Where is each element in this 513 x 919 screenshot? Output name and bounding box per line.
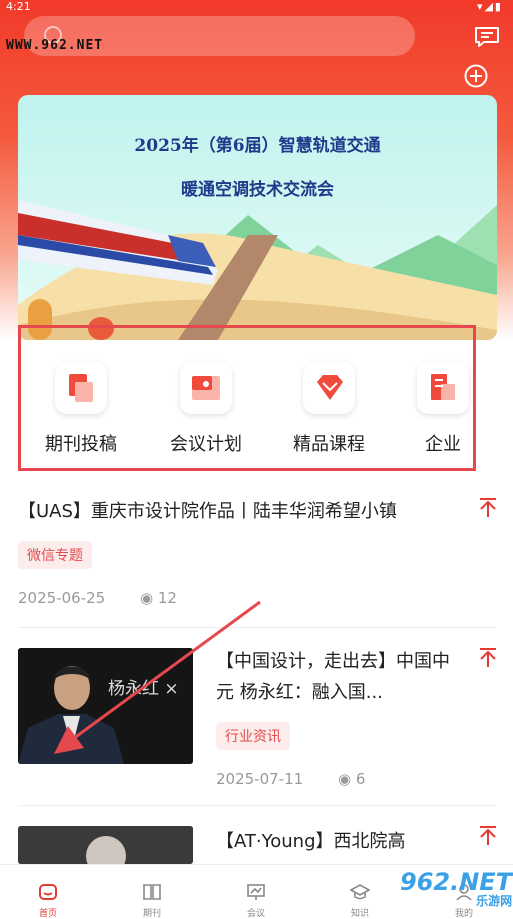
quick-link-journal-submission[interactable]: 期刊投稿 (31, 362, 131, 456)
annotation-arrow (54, 600, 261, 754)
graduation-cap-icon (349, 884, 371, 900)
tab-journal[interactable]: 期刊 (122, 883, 182, 919)
article-tag[interactable]: 微信专题 (18, 541, 92, 569)
quick-link-label: 会议计划 (170, 434, 242, 455)
article-views: 6 (355, 770, 366, 788)
home-icon (39, 884, 57, 900)
status-time: 4:21 (6, 0, 31, 13)
status-icons: ▾◢▮ (476, 0, 503, 13)
tab-meeting[interactable]: 会议 (226, 883, 286, 919)
bottom-watermark: 962.NET 乐游网 (400, 868, 512, 909)
add-icon[interactable] (464, 64, 488, 88)
person-photo (18, 826, 193, 864)
pin-top-icon[interactable] (478, 497, 498, 519)
meeting-plan-icon (180, 362, 232, 414)
divider (18, 805, 496, 806)
list-item[interactable]: 【UAS】重庆市设计院作品丨陆丰华润希望小镇 微信专题 2025-06-25 ◉… (18, 496, 496, 607)
tab-label: 首页 (38, 909, 57, 919)
quick-link-premium-courses[interactable]: 精品课程 (279, 362, 379, 456)
banner-title-line2: 暖通空调技术交流会 (181, 180, 334, 200)
presentation-icon (247, 884, 265, 900)
tab-label: 期刊 (142, 909, 161, 919)
quick-link-label: 企业 (425, 434, 461, 455)
pin-top-icon[interactable] (478, 647, 498, 669)
eye-icon: ◉ (337, 770, 352, 788)
quick-link-label: 精品课程 (293, 434, 365, 455)
article-date: 2025-07-11 (216, 770, 304, 788)
enterprise-icon (417, 362, 469, 414)
tab-knowledge[interactable]: 知识 (330, 883, 390, 919)
pin-top-icon[interactable] (478, 825, 498, 847)
journal-submission-icon (55, 362, 107, 414)
status-bar: 4:21 ▾◢▮ (0, 0, 513, 14)
book-icon (143, 884, 161, 900)
quick-link-enterprise[interactable]: 企业 (393, 362, 493, 456)
tab-label: 知识 (350, 909, 369, 919)
banner-title-line1: 2025年（第6届）智慧轨道交通 (134, 136, 381, 156)
list-item[interactable]: 【AT·Young】西北院高 (216, 826, 466, 857)
article-title: 【UAS】重庆市设计院作品丨陆丰华润希望小镇 (18, 501, 397, 522)
article-thumbnail[interactable] (18, 826, 193, 864)
tab-label: 会议 (246, 909, 265, 919)
quick-link-meeting-plan[interactable]: 会议计划 (156, 362, 256, 456)
site-watermark: WWW.962.NET (6, 38, 104, 53)
tab-home[interactable]: 首页 (18, 883, 78, 919)
quick-link-label: 期刊投稿 (45, 434, 117, 455)
quick-links-highlight: 期刊投稿 会议计划 精品课程 企业 (18, 325, 476, 471)
article-title: 【AT·Young】西北院高 (216, 831, 406, 852)
diamond-icon (303, 362, 355, 414)
promo-banner[interactable]: 2025年（第6届）智慧轨道交通 暖通空调技术交流会 (18, 95, 497, 340)
message-icon[interactable] (474, 26, 500, 48)
